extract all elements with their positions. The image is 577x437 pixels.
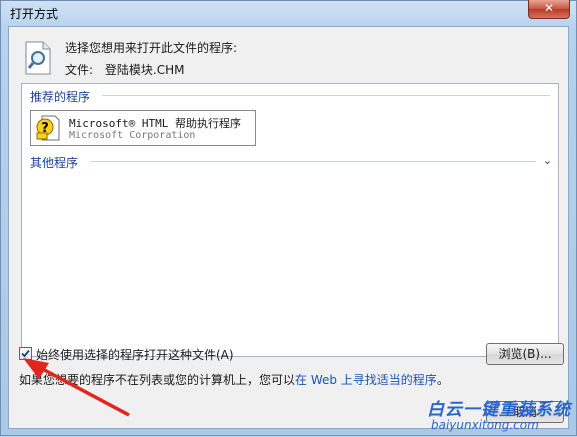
file-name: 登陆模块.CHM [104, 63, 185, 77]
group-divider [90, 161, 536, 162]
instruction-text: 选择您想用来打开此文件的程序: [65, 41, 238, 55]
browse-button[interactable]: 浏览(B)... [486, 343, 564, 365]
hint-suffix: 。 [436, 373, 449, 387]
file-info: 文件: 登陆模块.CHM [65, 61, 184, 78]
group-divider [102, 95, 550, 96]
window-title: 打开方式 [10, 7, 59, 21]
close-button[interactable]: ✕ [528, 0, 570, 19]
program-list[interactable]: 推荐的程序 ? Microsoft® HTML 帮助执行程序 Microsoft… [21, 83, 559, 357]
cancel-button[interactable]: 取消 [486, 401, 564, 423]
title-bar[interactable]: 打开方式 ✕ [1, 0, 576, 25]
web-search-link[interactable]: 在 Web 上寻找适当的程序 [295, 373, 437, 387]
always-use-label[interactable]: 始终使用选择的程序打开这种文件(A) [36, 346, 234, 363]
program-name: Microsoft® HTML 帮助执行程序 [69, 117, 241, 130]
chevron-down-icon[interactable]: ⌄ [543, 154, 552, 167]
dialog-window: 打开方式 ✕ 选择您想用来打开此文件的程序: 文件: 登陆模块.CHM 推荐的程… [0, 0, 577, 436]
file-label: 文件: [65, 63, 94, 77]
always-use-checkbox[interactable] [19, 347, 32, 360]
program-item-html-help[interactable]: ? Microsoft® HTML 帮助执行程序 Microsoft Corpo… [30, 110, 256, 146]
group-other[interactable]: 其他程序 [30, 154, 78, 171]
document-search-icon [23, 41, 53, 75]
help-document-icon: ? [35, 114, 61, 142]
hint-text: 如果您想要的程序不在列表或您的计算机上，您可以在 Web 上寻找适当的程序。 [19, 371, 449, 388]
dialog-content: 选择您想用来打开此文件的程序: 文件: 登陆模块.CHM 推荐的程序 ? Mic… [8, 26, 569, 429]
group-recommended[interactable]: 推荐的程序 [30, 88, 90, 105]
hint-text-body: 如果您想要的程序不在列表或您的计算机上，您可以 [19, 373, 296, 387]
program-vendor: Microsoft Corporation [69, 130, 196, 141]
